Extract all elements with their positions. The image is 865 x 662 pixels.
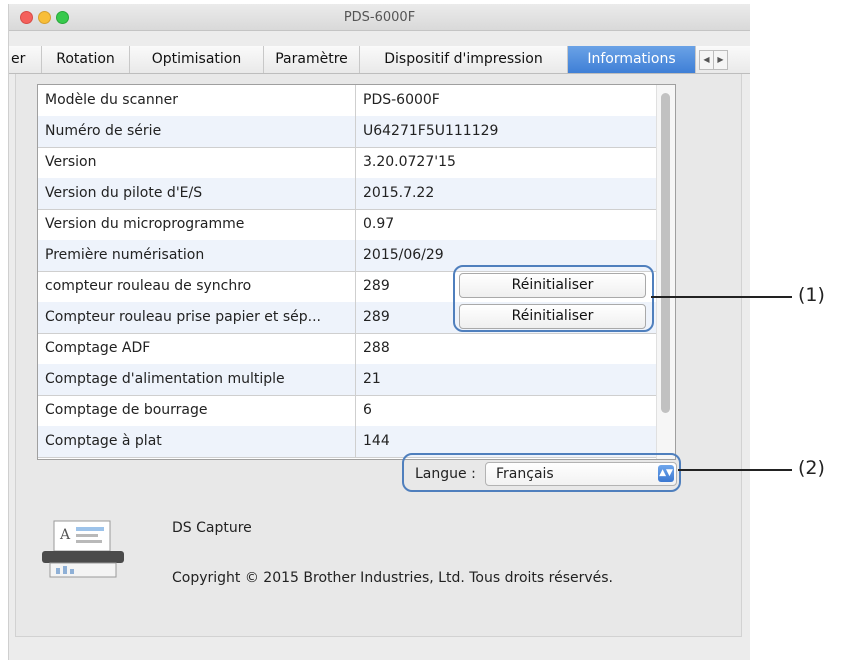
column-divider — [355, 395, 356, 426]
svg-text:A: A — [59, 527, 71, 543]
tab-optimisation[interactable]: Optimisation — [130, 46, 264, 73]
table-scrollbar[interactable] — [656, 85, 675, 459]
row-label: Comptage de bourrage — [45, 402, 208, 418]
row-value: 0.97 — [363, 216, 395, 232]
table-row: Comptage ADF 288 — [38, 333, 656, 365]
row-value: 144 — [363, 433, 390, 449]
column-divider — [355, 116, 356, 147]
window-title: PDS-6000F — [343, 10, 416, 25]
row-label: Comptage ADF — [45, 340, 151, 356]
tab-bar: er Rotation Optimisation Paramètre Dispo… — [9, 46, 750, 74]
row-label: Version du pilote d'E/S — [45, 185, 203, 201]
column-divider — [355, 302, 356, 333]
column-divider — [355, 85, 356, 116]
row-value: 21 — [363, 371, 381, 387]
column-divider — [355, 271, 356, 302]
title-bar: PDS-6000F — [9, 4, 750, 31]
row-label: Version — [45, 154, 97, 170]
callout-1-label: (1) — [798, 284, 825, 306]
row-value: 289 — [363, 309, 390, 325]
tab-parametre[interactable]: Paramètre — [264, 46, 360, 73]
row-label: Comptage à plat — [45, 433, 162, 449]
tab-dispositif-impression[interactable]: Dispositif d'impression — [360, 46, 568, 73]
scrollbar-thumb[interactable] — [661, 93, 670, 413]
column-divider — [355, 209, 356, 240]
ds-capture-app-icon: A — [42, 520, 124, 578]
app-name: DS Capture — [172, 520, 252, 536]
table-row: Version 3.20.0727'15 — [38, 147, 656, 179]
row-label: Première numérisation — [45, 247, 205, 263]
row-value: 6 — [363, 402, 372, 418]
row-value: 288 — [363, 340, 390, 356]
row-label: Modèle du scanner — [45, 92, 178, 108]
callout-1-leader-line — [651, 296, 792, 298]
table-row: Numéro de série U64271F5U111129 — [38, 116, 656, 148]
table-row: Version du microprogramme 0.97 — [38, 209, 656, 241]
row-value: PDS-6000F — [363, 92, 440, 108]
column-divider — [355, 240, 356, 271]
table-row: Modèle du scanner PDS-6000F — [38, 85, 656, 117]
table-row: Version du pilote d'E/S 2015.7.22 — [38, 178, 656, 210]
tab-partial[interactable]: er — [9, 46, 42, 73]
column-divider — [355, 147, 356, 178]
table-row: Comptage d'alimentation multiple 21 — [38, 364, 656, 396]
column-divider — [355, 333, 356, 364]
tab-next-arrow-icon[interactable]: ▶ — [713, 50, 728, 70]
row-label: Comptage d'alimentation multiple — [45, 371, 285, 387]
row-value: 3.20.0727'15 — [363, 154, 456, 170]
column-divider — [355, 178, 356, 209]
tab-prev-arrow-icon[interactable]: ◀ — [699, 50, 714, 70]
row-value: U64271F5U111129 — [363, 123, 499, 139]
row-label: Numéro de série — [45, 123, 162, 139]
callout-1-highlight — [453, 265, 654, 332]
table-row: Comptage de bourrage 6 — [38, 395, 656, 427]
row-label: compteur rouleau de synchro — [45, 278, 252, 294]
row-label: Version du microprogramme — [45, 216, 245, 232]
column-divider — [355, 426, 356, 457]
row-value: 2015/06/29 — [363, 247, 444, 263]
tab-informations[interactable]: Informations — [568, 46, 696, 73]
tab-rotation[interactable]: Rotation — [42, 46, 130, 73]
row-value: 2015.7.22 — [363, 185, 435, 201]
row-value: 289 — [363, 278, 390, 294]
callout-2-highlight — [402, 453, 681, 492]
copyright-text: Copyright © 2015 Brother Industries, Ltd… — [172, 570, 614, 586]
callout-2-leader-line — [678, 469, 792, 471]
row-label: Compteur rouleau prise papier et sép... — [45, 309, 321, 325]
callout-2-label: (2) — [798, 457, 825, 479]
column-divider — [355, 364, 356, 395]
